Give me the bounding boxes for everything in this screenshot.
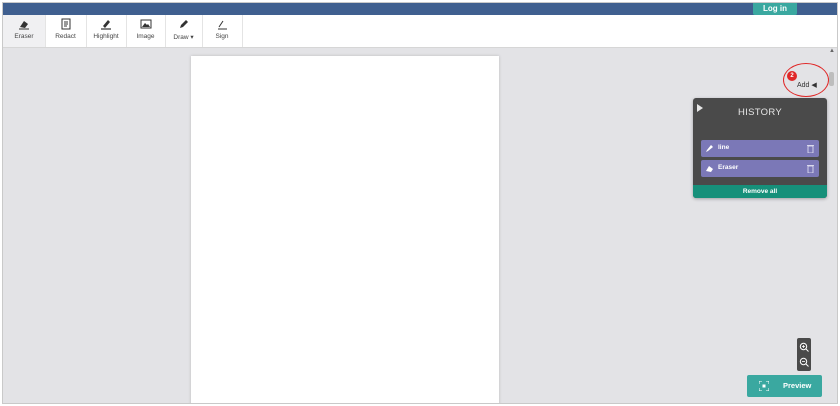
tool-label: Redact [55,33,76,40]
trash-icon[interactable] [807,164,814,173]
history-item-label: Eraser [718,164,739,171]
tool-label: Sign [215,33,229,40]
preview-button[interactable]: Preview [747,375,822,397]
zoom-out-icon[interactable] [799,357,809,367]
image-icon [140,19,151,29]
trash-icon[interactable] [807,144,814,153]
tool-highlight[interactable]: Highlight [86,15,127,47]
pen-icon [706,145,713,152]
history-item[interactable]: line [701,140,819,157]
tool-draw[interactable]: Draw ▾ [165,15,203,47]
workspace: ▲ 2 Add ◀ HISTORY line Eraser Remove all… [3,48,837,403]
redact-icon [61,18,70,30]
zoom-in-icon[interactable] [799,342,809,352]
toolbar: Eraser Redact Highlight Image Draw ▾ Sig… [3,15,837,48]
arrow-left-icon: ◀ [811,82,817,89]
tool-label: Eraser [14,33,34,40]
scroll-up-icon[interactable]: ▲ [829,48,835,54]
app-window: Log in Eraser Redact Highlight Image Dra… [2,2,838,404]
top-bar: Log in [3,3,837,15]
history-item-label: line [718,144,730,151]
sign-icon [218,20,227,30]
login-button[interactable]: Log in [753,3,797,15]
step-badge: 2 [787,71,797,81]
zoom-controls [797,338,811,371]
remove-all-button[interactable]: Remove all [693,185,827,198]
history-title: HISTORY [738,107,782,118]
history-panel: HISTORY line Eraser Remove all [693,98,827,198]
chevron-down-icon: ▾ [190,34,194,41]
tool-eraser[interactable]: Eraser [3,15,46,47]
preview-label: Preview [783,381,812,390]
tool-redact[interactable]: Redact [45,15,87,47]
tool-image[interactable]: Image [126,15,166,47]
document-page[interactable] [191,56,499,403]
scrollbar-thumb[interactable] [829,72,834,86]
preview-icon [759,381,769,391]
eraser-icon [19,21,29,30]
pen-icon [179,20,188,28]
tool-label: Highlight [93,33,119,40]
history-item[interactable]: Eraser [701,160,819,177]
add-label: Add [797,82,810,89]
highlight-icon [101,20,111,30]
add-page-button[interactable]: Add ◀ [797,81,817,89]
tool-sign[interactable]: Sign [202,15,243,47]
eraser-icon [706,166,713,172]
tool-label: Image [136,33,155,40]
tool-label: Draw ▾ [173,34,194,41]
